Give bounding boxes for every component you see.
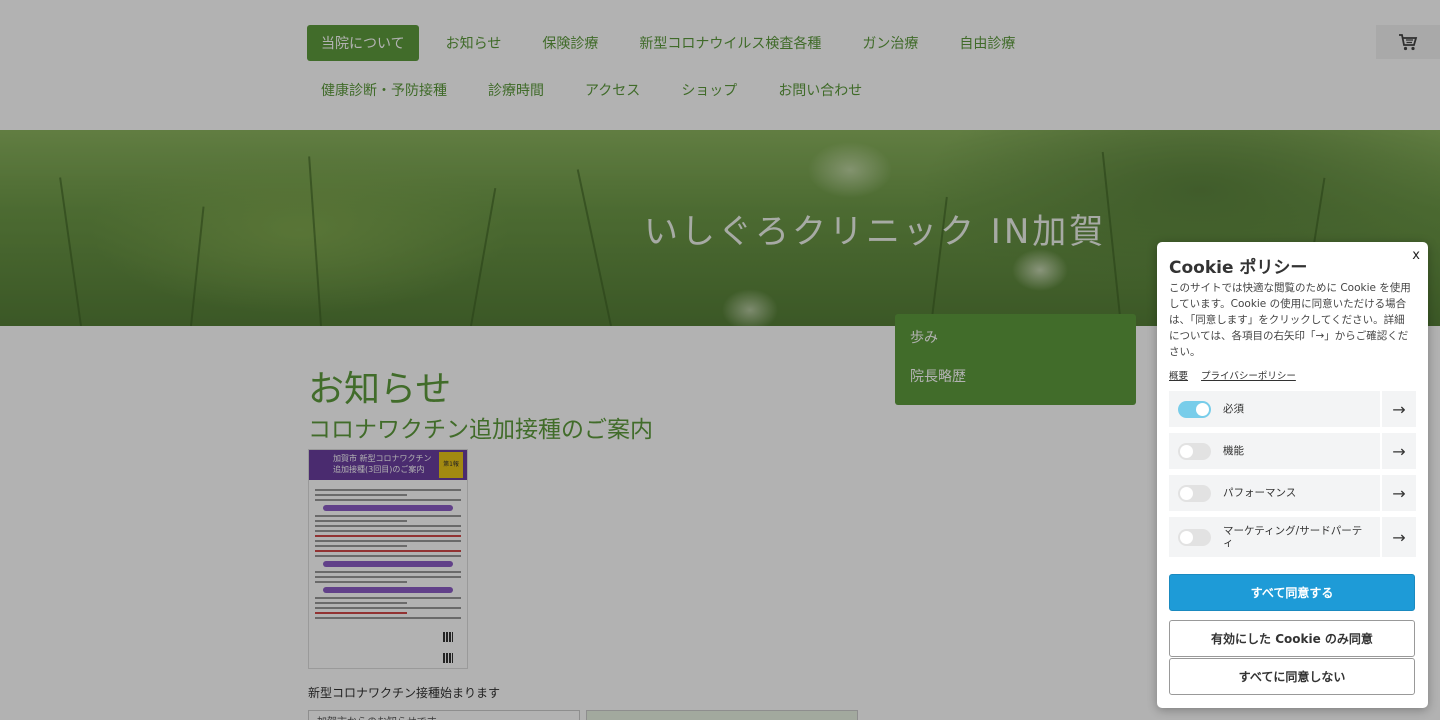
arrow-right-icon[interactable]: → — [1380, 433, 1416, 469]
marketing-toggle[interactable] — [1178, 528, 1211, 546]
reject-all-button[interactable]: すべてに同意しない — [1169, 658, 1415, 695]
functional-toggle[interactable] — [1178, 442, 1211, 460]
required-toggle[interactable] — [1178, 400, 1211, 418]
category-label: マーケティング/サードパーティ — [1223, 525, 1363, 549]
cookie-consent-panel: x Cookie ポリシー このサイトでは快適な閲覧のために Cookie を使… — [1157, 242, 1428, 708]
overview-link[interactable]: 概要 — [1169, 371, 1188, 382]
arrow-right-icon[interactable]: → — [1380, 391, 1416, 427]
cookie-category-performance: パフォーマンス → — [1169, 475, 1416, 511]
category-label: 機能 — [1223, 445, 1244, 457]
close-button[interactable]: x — [1412, 248, 1420, 263]
cookie-title: Cookie ポリシー — [1169, 258, 1308, 278]
cookie-category-required: 必須 → — [1169, 391, 1416, 427]
category-label: 必須 — [1223, 403, 1244, 415]
accept-all-button[interactable]: すべて同意する — [1169, 574, 1415, 611]
privacy-policy-link[interactable]: プライバシーポリシー — [1201, 371, 1296, 382]
toggle-knob — [1180, 444, 1193, 458]
toggle-knob — [1180, 486, 1193, 500]
performance-toggle[interactable] — [1178, 484, 1211, 502]
accept-selected-button[interactable]: 有効にした Cookie のみ同意 — [1169, 620, 1415, 657]
arrow-right-icon[interactable]: → — [1380, 517, 1416, 557]
toggle-knob — [1180, 530, 1193, 544]
toggle-knob — [1196, 402, 1209, 416]
category-label: パフォーマンス — [1223, 487, 1297, 499]
cookie-description: このサイトでは快適な閲覧のために Cookie を使用しています。Cookie … — [1169, 282, 1411, 358]
cookie-category-marketing: マーケティング/サードパーティ → — [1169, 517, 1416, 557]
cookie-category-functional: 機能 → — [1169, 433, 1416, 469]
cookie-links: 概要 プライバシーポリシー — [1169, 368, 1306, 382]
arrow-right-icon[interactable]: → — [1380, 475, 1416, 511]
